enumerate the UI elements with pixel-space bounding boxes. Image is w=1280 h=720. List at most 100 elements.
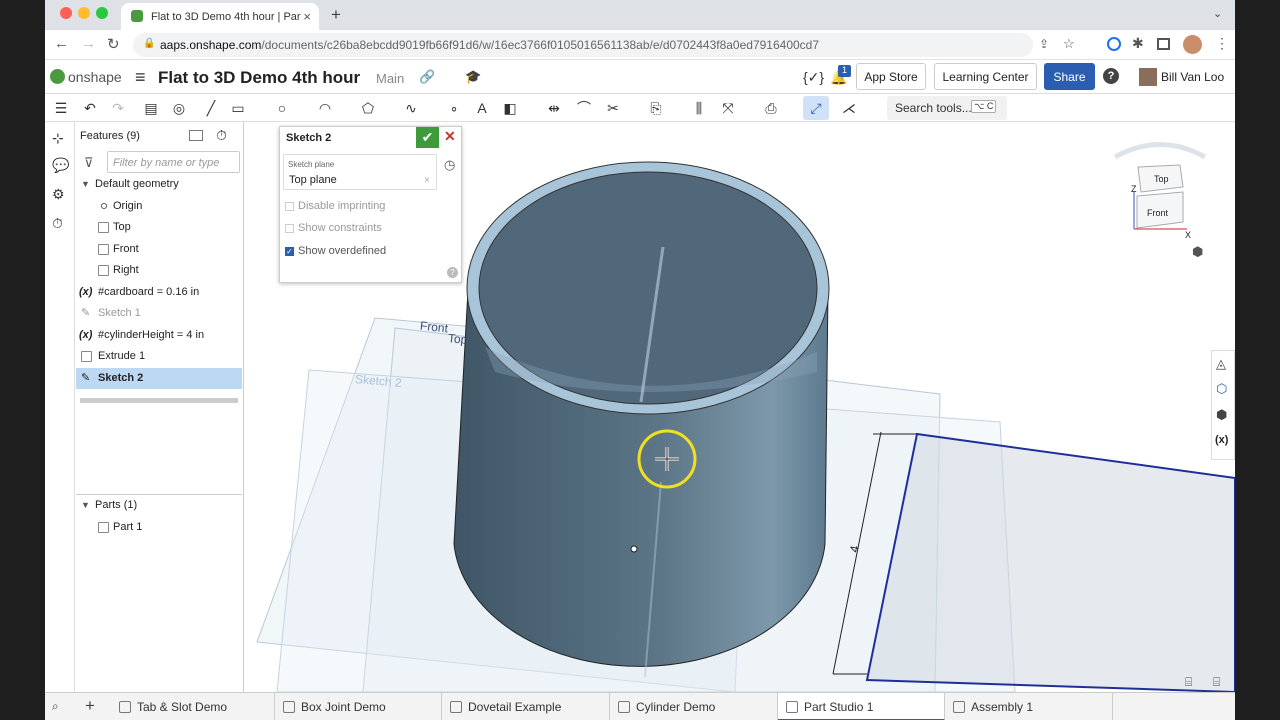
rollback-bar[interactable]	[80, 398, 238, 403]
search-tabs-icon[interactable]: ⌕	[52, 699, 59, 714]
filter-icon[interactable]: ⊽	[84, 155, 94, 171]
view-cube-front[interactable]: Front	[1147, 208, 1168, 218]
measure-icon[interactable]: ⌸	[1213, 675, 1220, 690]
feature-default-geometry[interactable]: ▼ Default geometry	[76, 174, 242, 195]
feature-variable-cylinder-height[interactable]: (x) #cylinderHeight = 4 in	[76, 325, 242, 346]
logo-text[interactable]: onshape	[68, 69, 122, 85]
text-tool-icon[interactable]: A	[473, 99, 491, 117]
checkbox-show-overdefined[interactable]: ✓	[285, 247, 294, 256]
configurations-icon[interactable]: ⚙	[52, 186, 65, 203]
rollback-icon[interactable]: ⏱	[216, 127, 227, 144]
circle-tool-icon[interactable]: ○	[273, 99, 291, 117]
feature-sketch-1[interactable]: ✎ Sketch 1	[76, 303, 242, 324]
spline-tool-icon[interactable]: ∿	[402, 99, 420, 117]
extrude-icon[interactable]: ◎	[170, 99, 188, 117]
tab-dovetail-example[interactable]: Dovetail Example	[442, 693, 610, 720]
feature-sketch-2[interactable]: ✎ Sketch 2	[76, 368, 242, 389]
chevron-down-icon[interactable]: ▼	[81, 174, 90, 195]
feature-top-plane[interactable]: Top	[76, 217, 242, 238]
close-window-icon[interactable]	[60, 7, 72, 19]
profile-avatar[interactable]	[1183, 35, 1202, 54]
history-clock-icon[interactable]: ◷	[444, 157, 455, 173]
feature-variable-cardboard[interactable]: (x) #cardboard = 0.16 in	[76, 282, 242, 303]
new-tab-icon[interactable]: +	[331, 5, 341, 25]
checkbox-disable-imprinting[interactable]	[285, 202, 294, 211]
appearance-icon[interactable]: ◬	[1216, 356, 1226, 372]
constraint-tool-icon[interactable]: ⋌	[840, 99, 858, 117]
document-title[interactable]: Flat to 3D Demo 4th hour	[158, 68, 360, 88]
tab-box-joint-demo[interactable]: Box Joint Demo	[275, 693, 442, 720]
feature-list-toggle-icon[interactable]: ☰	[52, 99, 70, 117]
dialog-help-icon[interactable]: ?	[447, 267, 458, 278]
hamburger-menu-icon[interactable]: ≡	[135, 67, 146, 88]
redo-icon[interactable]: ↷	[109, 99, 127, 117]
branch-label[interactable]: Main	[376, 71, 404, 86]
bookmark-star-icon[interactable]: ☆	[1063, 36, 1075, 52]
offset-tool-icon[interactable]: ⎘	[647, 99, 665, 117]
tab-cylinder-demo[interactable]: Cylinder Demo	[610, 693, 778, 720]
use-tool-icon[interactable]: ⇹	[545, 99, 563, 117]
rollback-timer-icon[interactable]: ⏱	[52, 215, 63, 232]
share-page-icon[interactable]: ⇪	[1039, 37, 1049, 51]
maximize-window-icon[interactable]	[96, 7, 108, 19]
tab-assembly-1[interactable]: Assembly 1	[945, 693, 1113, 720]
feature-front-plane[interactable]: Front	[76, 239, 242, 260]
dimension-tool-icon[interactable]: ⤢	[807, 99, 825, 117]
browser-tab[interactable]: Flat to 3D Demo 4th hour | Par ×	[121, 3, 319, 30]
learning-center-button[interactable]: Learning Center	[934, 63, 1037, 90]
cancel-x-icon[interactable]: ✕	[444, 128, 456, 145]
section-view-icon[interactable]: ⌸	[1185, 675, 1192, 690]
back-arrow-icon[interactable]: ←	[54, 35, 69, 52]
checkbox-show-constraints[interactable]	[285, 224, 294, 233]
view-cube-top[interactable]: Top	[1154, 174, 1169, 184]
puzzle-extensions-icon[interactable]: ✱	[1132, 35, 1144, 52]
sketch-plane-field[interactable]: Sketch plane Top plane ×	[283, 154, 437, 190]
extension-icon[interactable]	[1107, 37, 1121, 51]
user-name[interactable]: Bill Van Loo	[1161, 70, 1224, 84]
arc-tool-icon[interactable]: ◠	[316, 99, 334, 117]
tab-tab-slot-demo[interactable]: Tab & Slot Demo	[111, 693, 275, 720]
trim-tool-icon[interactable]: ✂	[604, 99, 622, 117]
forward-arrow-icon[interactable]: →	[81, 35, 96, 52]
dxf-import-icon[interactable]: ⎙	[762, 99, 780, 117]
search-tools-input[interactable]: Search tools... ⌥ C	[887, 96, 1007, 120]
minimize-window-icon[interactable]	[78, 7, 90, 19]
insert-feature-icon[interactable]: ⊹	[52, 130, 64, 147]
graduation-cap-icon[interactable]: 🎓	[465, 69, 481, 85]
add-tab-icon[interactable]: +	[85, 696, 95, 716]
fillet-tool-icon[interactable]: ⌒	[575, 99, 593, 117]
undo-icon[interactable]: ↶	[81, 99, 99, 117]
line-tool-icon[interactable]: ╱	[202, 99, 220, 117]
tab-menu-chevron-icon[interactable]: ⌄	[1213, 7, 1222, 20]
user-avatar[interactable]	[1139, 68, 1157, 86]
tab-part-studio-1[interactable]: Part Studio 1	[778, 693, 945, 720]
mirror-tool-icon[interactable]: ⫼	[690, 99, 708, 117]
parts-header[interactable]: ▼ Parts (1)	[76, 495, 242, 516]
app-store-button[interactable]: App Store	[856, 63, 926, 90]
rectangle-tool-icon[interactable]: ▭	[229, 99, 247, 117]
sketch-icon[interactable]: ▤	[142, 99, 160, 117]
reload-icon[interactable]: ↻	[107, 35, 120, 53]
mass-properties-icon[interactable]: ⬡	[1216, 381, 1227, 397]
polygon-tool-icon[interactable]: ⬠	[359, 99, 377, 117]
side-panel-icon[interactable]	[1157, 38, 1170, 50]
variables-panel-icon[interactable]: (x)	[1215, 434, 1228, 446]
chevron-down-icon[interactable]: ▼	[81, 495, 90, 516]
feature-extrude-1[interactable]: Extrude 1	[76, 346, 242, 367]
onshape-logo-icon[interactable]	[50, 69, 65, 84]
comments-icon[interactable]: 💬	[52, 157, 69, 174]
point-tool-icon[interactable]: ∘	[445, 99, 463, 117]
construction-icon[interactable]: ◧	[501, 99, 519, 117]
share-button[interactable]: Share	[1044, 63, 1095, 90]
accept-checkmark-icon[interactable]: ✔	[416, 127, 439, 148]
clear-plane-icon[interactable]: ×	[424, 175, 430, 186]
chrome-menu-icon[interactable]: ⋮	[1215, 35, 1229, 52]
transform-tool-icon[interactable]: ⤧	[719, 99, 737, 117]
part-item[interactable]: Part 1	[76, 517, 242, 538]
feature-right-plane[interactable]: Right	[76, 260, 242, 281]
add-folder-icon[interactable]	[189, 130, 203, 141]
feature-origin[interactable]: Origin	[76, 196, 242, 217]
variables-icon[interactable]: {✓}	[803, 69, 824, 86]
bom-icon[interactable]: ⬢	[1216, 407, 1227, 423]
filter-input[interactable]: Filter by name or type	[107, 151, 240, 173]
